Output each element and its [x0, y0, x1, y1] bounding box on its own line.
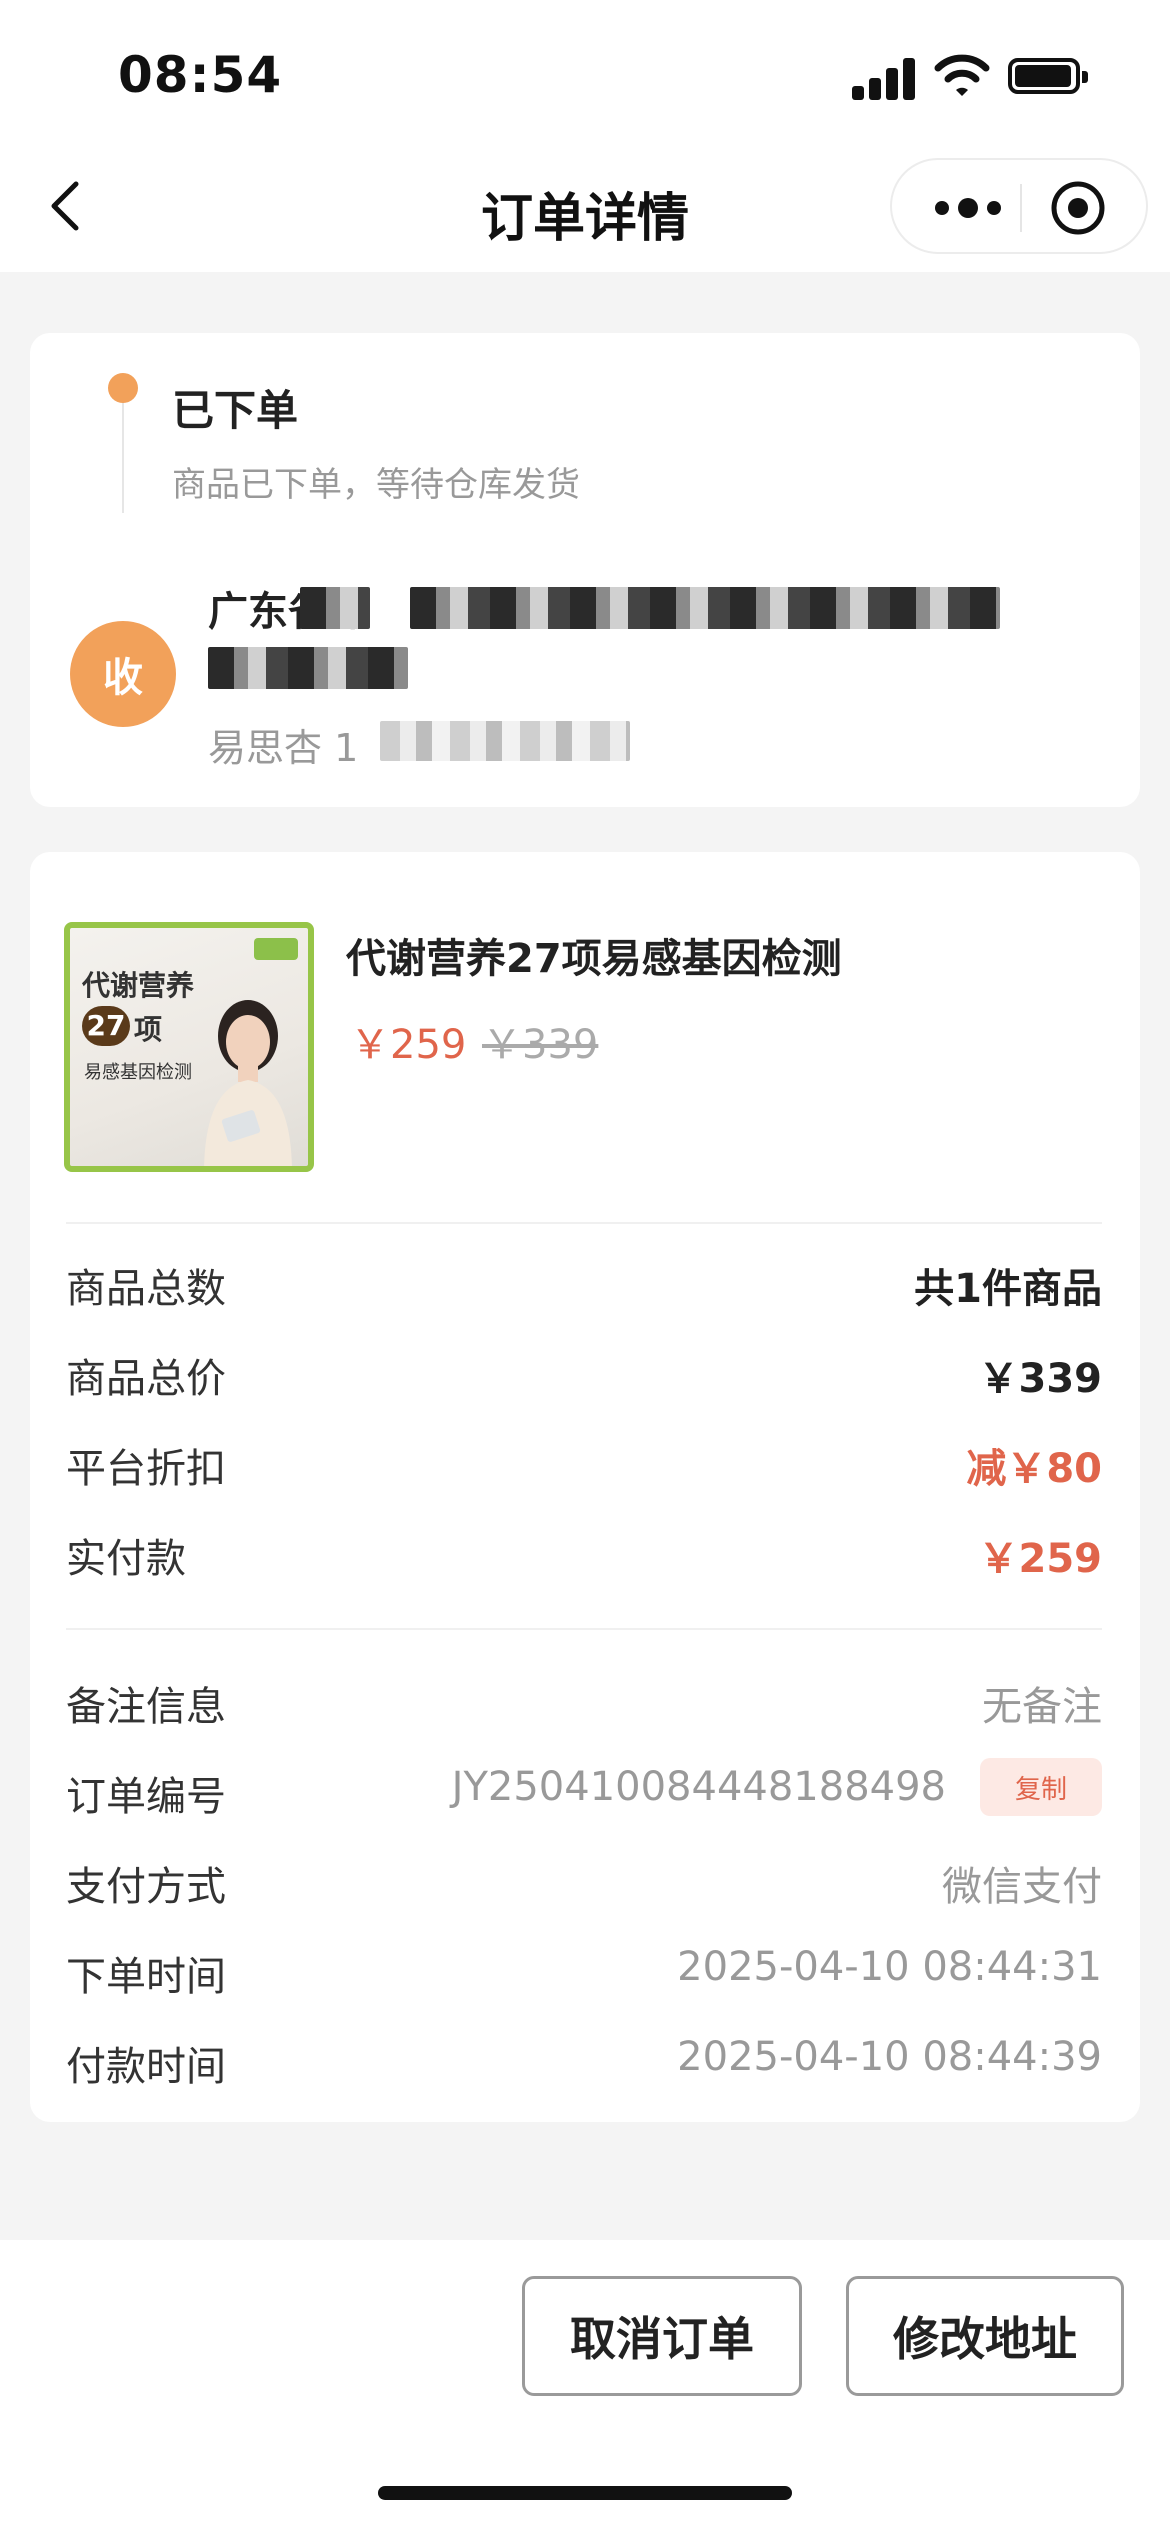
copy-button[interactable]: 复制 — [980, 1758, 1102, 1816]
summary-row-count: 商品总数 共1件商品 — [66, 1250, 1102, 1312]
address-redacted-blur — [300, 587, 370, 629]
divider — [66, 1628, 1102, 1630]
home-indicator — [378, 2486, 792, 2500]
product-image-subtext: 易感基因检测 — [84, 1062, 192, 1083]
wifi-icon — [934, 54, 990, 96]
cellular-signal-icon — [852, 56, 916, 100]
summary-label: 商品总价 — [66, 1356, 226, 1402]
product-image-text: 代谢营养 — [82, 969, 195, 1002]
summary-value: ￥259 — [978, 1536, 1103, 1582]
summary-value: 共1件商品 — [914, 1266, 1102, 1312]
detail-row-order-time: 下单时间 2025-04-10 08:44:31 — [66, 1938, 1102, 2000]
product-name[interactable]: 代谢营养27项易感基因检测 — [346, 926, 842, 984]
more-dots-icon[interactable] — [926, 178, 1010, 238]
detail-label: 下单时间 — [66, 1954, 226, 2000]
summary-row-paid: 实付款 ￥259 — [66, 1520, 1102, 1582]
model-photo-illustration — [204, 1000, 292, 1166]
summary-label: 商品总数 — [66, 1266, 226, 1312]
order-status-card: 已下单 商品已下单，等待仓库发货 收 广东省深 易思杏 1 — [30, 333, 1140, 807]
detail-row-pay-time: 付款时间 2025-04-10 08:44:39 — [66, 2028, 1102, 2090]
phone-redacted-blur — [380, 721, 630, 761]
product-original-price: ￥339 — [482, 1022, 599, 1068]
detail-value: 无备注 — [982, 1684, 1102, 1730]
receiver-badge: 收 — [70, 621, 176, 727]
summary-row-discount: 平台折扣 减￥80 — [66, 1430, 1102, 1492]
battery-icon — [1008, 58, 1088, 94]
detail-label: 备注信息 — [66, 1684, 226, 1730]
order-number: JY250410084448188498 — [451, 1764, 946, 1810]
detail-value: 2025-04-10 08:44:39 — [677, 2034, 1102, 2080]
cancel-order-button[interactable]: 取消订单 — [522, 2276, 802, 2396]
order-status-title: 已下单 — [172, 386, 299, 435]
address-redacted-blur — [410, 587, 1000, 629]
order-status-desc: 商品已下单，等待仓库发货 — [172, 465, 580, 505]
product-price: ￥259 — [350, 1022, 467, 1068]
summary-value: 减￥80 — [966, 1446, 1102, 1492]
address-redacted-blur — [208, 647, 408, 689]
summary-value: ￥339 — [978, 1356, 1103, 1402]
top-bar: 08:54 订单详情 — [0, 0, 1170, 272]
order-detail-card: 代谢营养 27 项 易感基因检测 代谢营养27项易感基因检测 ￥259 ￥339… — [30, 852, 1140, 2122]
product-image-text: 项 — [134, 1013, 163, 1046]
close-target-icon[interactable] — [1050, 180, 1106, 236]
divider — [66, 1222, 1102, 1224]
detail-label: 订单编号 — [66, 1774, 226, 1820]
detail-row-order-no: 订单编号 JY250410084448188498 复制 — [66, 1758, 1102, 1820]
detail-value: 微信支付 — [942, 1864, 1102, 1910]
product-image-number: 27 — [82, 1006, 130, 1046]
summary-label: 平台折扣 — [66, 1446, 226, 1492]
detail-value: 2025-04-10 08:44:31 — [677, 1944, 1102, 1990]
change-address-button[interactable]: 修改地址 — [846, 2276, 1124, 2396]
receiver-contact: 易思杏 1 — [208, 726, 359, 770]
timeline-line — [122, 393, 124, 513]
detail-row-remark: 备注信息 无备注 — [66, 1668, 1102, 1730]
capsule-divider — [1020, 184, 1022, 232]
detail-row-pay-method: 支付方式 微信支付 — [66, 1848, 1102, 1910]
detail-label: 付款时间 — [66, 2044, 226, 2090]
product-image[interactable]: 代谢营养 27 项 易感基因检测 — [64, 922, 314, 1172]
summary-row-total: 商品总价 ￥339 — [66, 1340, 1102, 1402]
brand-logo — [254, 938, 298, 960]
status-time: 08:54 — [118, 46, 283, 104]
detail-label: 支付方式 — [66, 1864, 226, 1910]
mini-program-capsule — [890, 158, 1148, 254]
summary-label: 实付款 — [66, 1536, 186, 1582]
timeline-dot — [108, 373, 138, 403]
